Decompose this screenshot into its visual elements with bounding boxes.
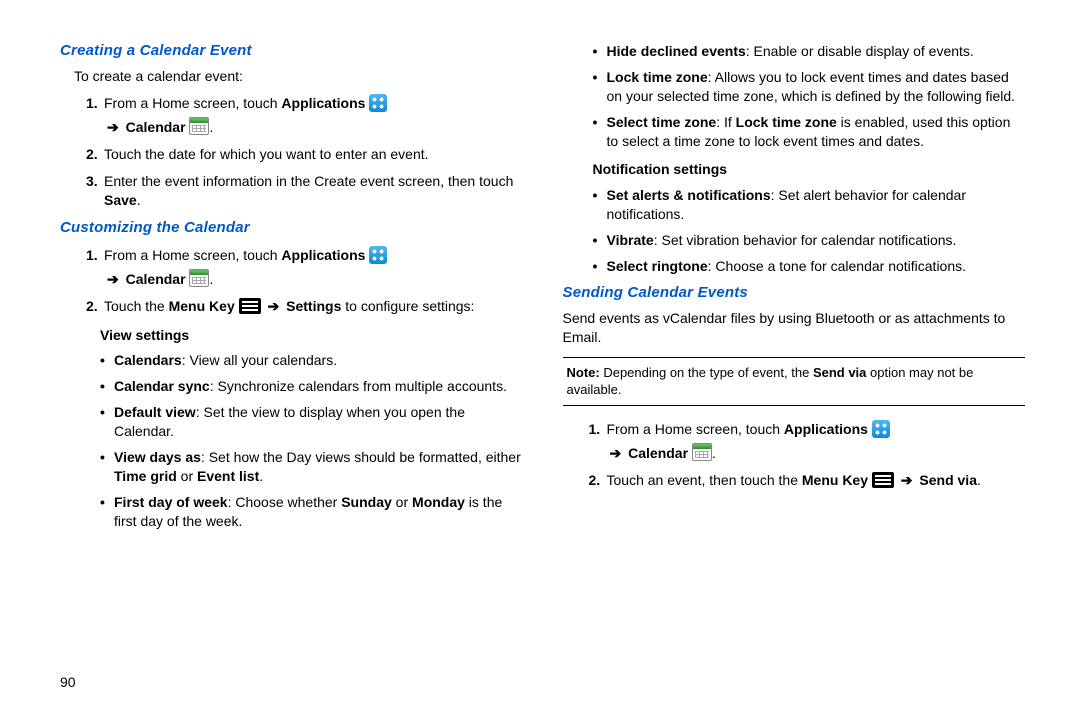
calendar-icon [692, 443, 712, 461]
heading-sending: Sending Calendar Events [563, 283, 1026, 303]
list-item: Calendars: View all your calendars. [100, 351, 523, 370]
lead-text: To create a calendar event: [74, 67, 523, 86]
list-item: Hide declined events: Enable or disable … [593, 42, 1026, 61]
steps-sending: From a Home screen, touch Applications ➔… [563, 420, 1026, 490]
heading-creating-event: Creating a Calendar Event [60, 41, 523, 61]
list-item: Calendar sync: Synchronize calendars fro… [100, 377, 523, 396]
list-item: First day of week: Choose whether Sunday… [100, 493, 523, 531]
menu-key-icon [872, 472, 894, 488]
step-1: From a Home screen, touch Applications ➔… [86, 94, 523, 137]
arrow-icon: ➔ [107, 270, 119, 289]
cust-step-2: Touch the Menu Key ➔ Settings to configu… [86, 297, 523, 316]
list-item: Vibrate: Set vibration behavior for cale… [593, 231, 1026, 250]
send-step-1: From a Home screen, touch Applications ➔… [589, 420, 1026, 463]
view-settings-list: Calendars: View all your calendars. Cale… [100, 351, 523, 530]
send-step-2: Touch an event, then touch the Menu Key … [589, 471, 1026, 490]
menu-key-icon [239, 298, 261, 314]
subhead-view-settings: View settings [100, 326, 523, 345]
sending-intro: Send events as vCalendar files by using … [563, 309, 1026, 347]
steps-creating: From a Home screen, touch Applications ➔… [60, 94, 523, 209]
arrow-icon: ➔ [107, 118, 119, 137]
arrow-icon: ➔ [610, 444, 622, 463]
right-column: Hide declined events: Enable or disable … [548, 35, 1036, 700]
view-settings-list-cont: Hide declined events: Enable or disable … [593, 42, 1026, 150]
subhead-notification: Notification settings [593, 160, 1026, 179]
applications-icon [872, 420, 890, 438]
heading-customizing: Customizing the Calendar [60, 218, 523, 238]
arrow-icon: ➔ [268, 297, 280, 316]
list-item: Lock time zone: Allows you to lock event… [593, 68, 1026, 106]
step-2: Touch the date for which you want to ent… [86, 145, 523, 164]
arrow-icon: ➔ [901, 471, 913, 490]
cust-step-1: From a Home screen, touch Applications ➔… [86, 246, 523, 289]
left-column: Creating a Calendar Event To create a ca… [60, 35, 548, 700]
calendar-icon [189, 269, 209, 287]
list-item: Default view: Set the view to display wh… [100, 403, 523, 441]
step-3: Enter the event information in the Creat… [86, 172, 523, 210]
notification-list: Set alerts & notifications: Set alert be… [593, 186, 1026, 276]
list-item: View days as: Set how the Day views shou… [100, 448, 523, 486]
list-item: Select time zone: If Lock time zone is e… [593, 113, 1026, 151]
manual-page: Creating a Calendar Event To create a ca… [0, 0, 1080, 720]
note-box: Note: Depending on the type of event, th… [563, 357, 1026, 406]
steps-customizing: From a Home screen, touch Applications ➔… [60, 246, 523, 316]
calendar-icon [189, 117, 209, 135]
applications-icon [369, 94, 387, 112]
list-item: Set alerts & notifications: Set alert be… [593, 186, 1026, 224]
page-number: 90 [60, 673, 76, 692]
applications-icon [369, 246, 387, 264]
list-item: Select ringtone: Choose a tone for calen… [593, 257, 1026, 276]
